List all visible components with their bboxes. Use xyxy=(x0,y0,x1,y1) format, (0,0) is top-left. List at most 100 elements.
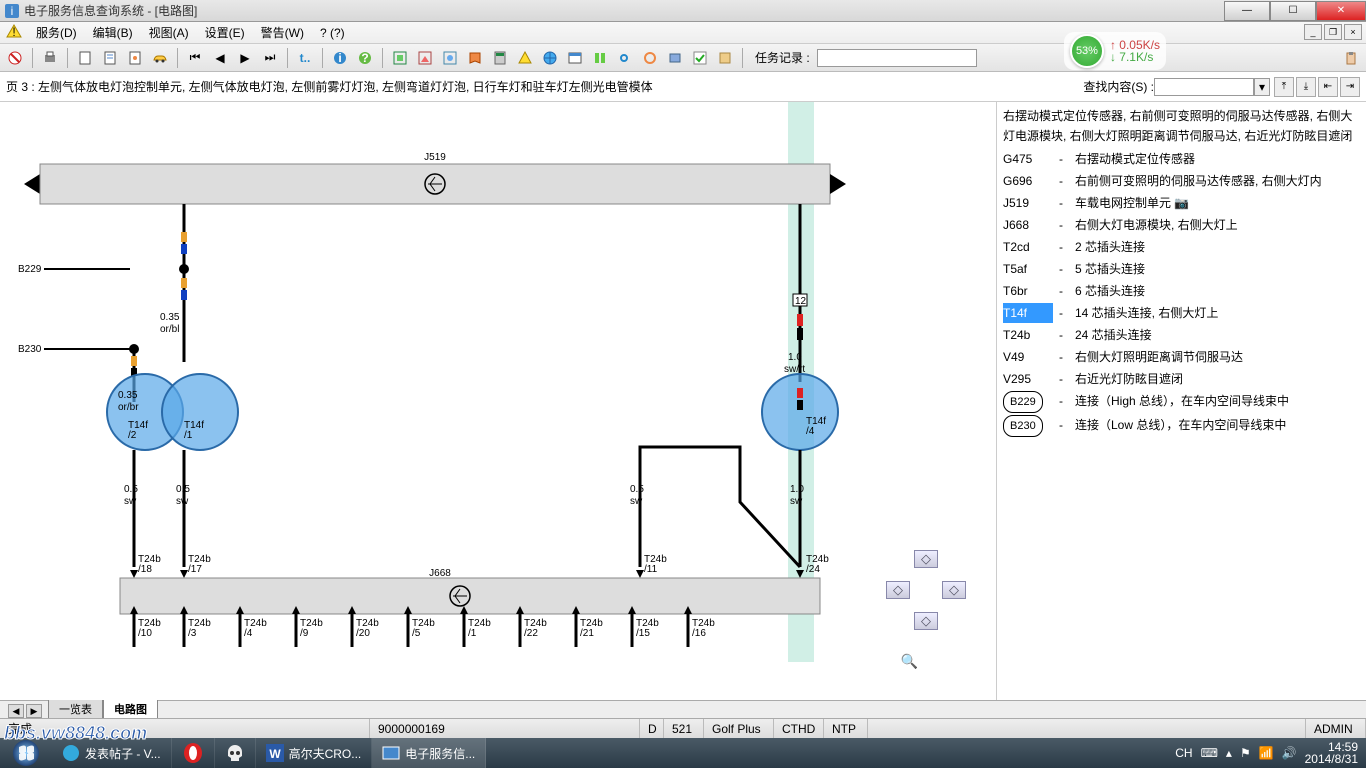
status-docnum: 9000000169 xyxy=(370,719,640,738)
nav-right[interactable]: ◇ xyxy=(942,581,966,599)
tray-network-icon[interactable]: 📶 xyxy=(1259,746,1274,760)
tray-clock[interactable]: 14:59 2014/8/31 xyxy=(1305,741,1358,765)
menu-edit[interactable]: 编辑(B) xyxy=(85,22,141,43)
find-btn-4[interactable]: ⇥ xyxy=(1340,77,1360,97)
tb-first-icon[interactable]: ⏮ xyxy=(184,47,206,69)
menu-view[interactable]: 视图(A) xyxy=(141,22,197,43)
legend-row-T24b[interactable]: T24b-24 芯插头连接 xyxy=(1003,324,1360,346)
tb-doc3-icon[interactable] xyxy=(124,47,146,69)
tb-clipboard-icon[interactable] xyxy=(1340,47,1362,69)
svg-text:1.0: 1.0 xyxy=(788,352,802,363)
legend-row-G696[interactable]: G696-右前侧可变照明的伺服马达传感器, 右侧大灯内 xyxy=(1003,170,1360,192)
circuit-diagram[interactable]: J519 B229 B230 0.35 or/bl 0.35 or/br xyxy=(0,102,996,700)
tb-g5-icon[interactable] xyxy=(639,47,661,69)
menu-warning[interactable]: 警告(W) xyxy=(253,22,312,43)
status-bar: 完成 9000000169 D 521 Golf Plus CTHD NTP A… xyxy=(0,718,1366,738)
tb-last-icon[interactable]: ⏭ xyxy=(259,47,281,69)
tb-print-icon[interactable] xyxy=(39,47,61,69)
nav-compass: ◇ ◇ ◇ ◇ xyxy=(886,550,966,630)
tb-g1-icon[interactable] xyxy=(389,47,411,69)
svg-text:0.35: 0.35 xyxy=(160,312,180,323)
svg-text:/18: /18 xyxy=(138,564,152,575)
tray-sound-icon[interactable]: 🔊 xyxy=(1282,746,1297,760)
nav-up[interactable]: ◇ xyxy=(914,550,938,568)
menu-service[interactable]: 服务(D) xyxy=(28,22,85,43)
menu-settings[interactable]: 设置(E) xyxy=(197,22,253,43)
tb-stop-icon[interactable] xyxy=(4,47,26,69)
svg-text:B229: B229 xyxy=(18,264,42,275)
svg-text:?: ? xyxy=(361,51,368,65)
mdi-close[interactable]: × xyxy=(1344,24,1362,40)
magnifier-icon[interactable]: 🔍 xyxy=(901,653,918,670)
tray-flag-icon[interactable]: ⚑ xyxy=(1240,746,1251,760)
svg-text:or/bl: or/bl xyxy=(160,324,179,335)
tab-scroll-right[interactable]: ▶ xyxy=(26,704,42,718)
status-d: D xyxy=(640,719,664,738)
tb-next-icon[interactable]: ▶ xyxy=(234,47,256,69)
find-input[interactable] xyxy=(1154,78,1254,96)
taskbar-word[interactable]: W高尔夫CRO... xyxy=(256,738,373,768)
svg-text:/4: /4 xyxy=(244,628,253,639)
tb-check-icon[interactable] xyxy=(689,47,711,69)
tb-window-icon[interactable] xyxy=(564,47,586,69)
legend-row-T5af[interactable]: T5af-5 芯插头连接 xyxy=(1003,258,1360,280)
nav-down[interactable]: ◇ xyxy=(914,612,938,630)
tab-circuit[interactable]: 电路图 xyxy=(103,699,158,718)
tb-car-icon[interactable] xyxy=(149,47,171,69)
legend-heading: 右摆动模式定位传感器, 右前侧可变照明的伺服马达传感器, 右侧大灯电源模块, 右… xyxy=(1003,106,1360,146)
taskbar-skull[interactable] xyxy=(215,738,256,768)
legend-panel: 右摆动模式定位传感器, 右前侧可变照明的伺服马达传感器, 右侧大灯电源模块, 右… xyxy=(996,102,1366,700)
tb-doc2-icon[interactable] xyxy=(99,47,121,69)
legend-row-V295[interactable]: V295-右近光灯防眩目遮闭 xyxy=(1003,368,1360,390)
find-btn-1[interactable]: ⤒ xyxy=(1274,77,1294,97)
tb-g4-icon[interactable] xyxy=(589,47,611,69)
task-input[interactable] xyxy=(817,49,977,67)
svg-text:/2: /2 xyxy=(128,430,137,441)
close-button[interactable]: ✕ xyxy=(1316,1,1366,21)
maximize-button[interactable]: ☐ xyxy=(1270,1,1316,21)
legend-row-G475[interactable]: G475-右摆动模式定位传感器 xyxy=(1003,148,1360,170)
taskbar-app[interactable]: 电子服务信... xyxy=(372,738,486,768)
legend-row-T2cd[interactable]: T2cd-2 芯插头连接 xyxy=(1003,236,1360,258)
find-btn-3[interactable]: ⇤ xyxy=(1318,77,1338,97)
legend-row-T6br[interactable]: T6br-6 芯插头连接 xyxy=(1003,280,1360,302)
tb-g6-icon[interactable] xyxy=(664,47,686,69)
tb-info-icon[interactable]: i xyxy=(329,47,351,69)
svg-text:/24: /24 xyxy=(806,564,820,575)
tab-scroll-left[interactable]: ◀ xyxy=(8,704,24,718)
svg-text:sw: sw xyxy=(790,496,803,507)
tb-g3-icon[interactable] xyxy=(439,47,461,69)
tb-book-icon[interactable] xyxy=(464,47,486,69)
ime-indicator[interactable]: CH xyxy=(1175,746,1192,760)
tb-calc-icon[interactable] xyxy=(489,47,511,69)
tb-link-icon[interactable] xyxy=(614,47,636,69)
tb-g7-icon[interactable] xyxy=(714,47,736,69)
legend-row-J519[interactable]: J519-车载电网控制单元 📷 xyxy=(1003,192,1360,214)
legend-oval-B229[interactable]: B229-连接（High 总线），在车内空间导线束中 xyxy=(1003,390,1360,414)
svg-text:/21: /21 xyxy=(580,628,594,639)
legend-row-V49[interactable]: V49-右侧大灯照明距离调节伺服马达 xyxy=(1003,346,1360,368)
netspeed-rates: ↑ 0.05K/s ↓ 7.1K/s xyxy=(1110,39,1160,63)
legend-row-T14f[interactable]: T14f-14 芯插头连接, 右侧大灯上 xyxy=(1003,302,1360,324)
legend-oval-B230[interactable]: B230-连接（Low 总线），在车内空间导线束中 xyxy=(1003,414,1360,438)
tray-up-icon[interactable]: ▴ xyxy=(1226,746,1232,760)
tb-prev-icon[interactable]: ◀ xyxy=(209,47,231,69)
svg-text:/15: /15 xyxy=(636,628,650,639)
tab-overview[interactable]: 一览表 xyxy=(48,699,103,718)
mdi-minimize[interactable]: _ xyxy=(1304,24,1322,40)
tb-g2-icon[interactable] xyxy=(414,47,436,69)
nav-left[interactable]: ◇ xyxy=(886,581,910,599)
tb-doc1-icon[interactable] xyxy=(74,47,96,69)
legend-row-J668[interactable]: J668-右侧大灯电源模块, 右侧大灯上 xyxy=(1003,214,1360,236)
menu-help[interactable]: ? (?) xyxy=(312,24,353,42)
tb-globe-icon[interactable] xyxy=(539,47,561,69)
find-btn-2[interactable]: ⤓ xyxy=(1296,77,1316,97)
minimize-button[interactable]: — xyxy=(1224,1,1270,21)
tb-warn-icon[interactable] xyxy=(514,47,536,69)
tb-help-icon[interactable]: ? xyxy=(354,47,376,69)
find-dropdown-icon[interactable]: ▾ xyxy=(1254,78,1270,96)
tray-keyboard-icon[interactable]: ⌨ xyxy=(1201,746,1218,760)
taskbar-opera[interactable] xyxy=(172,738,215,768)
mdi-restore[interactable]: ❐ xyxy=(1324,24,1342,40)
tb-text-icon[interactable]: t.. xyxy=(294,47,316,69)
